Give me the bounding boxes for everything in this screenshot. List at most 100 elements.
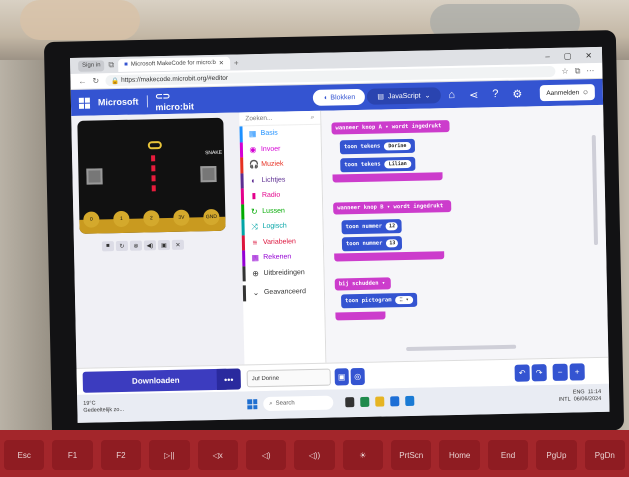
event-button-a-block[interactable]: wanneer knop A ▾ wordt ingedrukt [331,120,450,135]
show-string-block[interactable]: toon tekens Lilian [340,156,415,173]
save-icon[interactable]: ▣ [334,368,349,386]
gear-icon[interactable]: ⚙ [512,87,522,100]
extensions-icon[interactable]: ⧉ [575,66,581,76]
stop-icon[interactable]: ■ [101,241,115,252]
more-button[interactable]: ••• [216,368,241,390]
javascript-mode-button[interactable]: ▤ JavaScript ⌄ [367,87,441,105]
explorer-icon[interactable] [375,396,385,407]
close-window-icon[interactable]: ✕ [585,51,592,60]
toolbox-category[interactable]: ⌄ Geavanceerd [242,283,325,301]
refresh-icon[interactable]: ↻ [92,76,99,85]
search-icon[interactable]: ⌕ [311,113,315,121]
event-button-b-label: wanneer knop B ▾ wordt ingedrukt [337,203,444,212]
new-tab-icon[interactable]: + [234,58,239,67]
keyboard-key: F1 [52,440,93,470]
horizontal-scrollbar[interactable] [406,344,517,352]
download-button[interactable]: Downloaden [82,368,229,393]
taskbar-search[interactable]: ⌕ Search [263,395,334,412]
tab-group-icon[interactable]: ⧉ [108,60,114,70]
event-button-b-block[interactable]: wanneer knop B ▾ wordt ingedrukt [333,200,452,215]
show-number-block[interactable]: toon nummer 13 [341,236,403,252]
brand-microbit[interactable]: ⊂⊃ micro:bit [155,90,205,111]
help-icon[interactable]: ? [492,88,498,101]
toolbox-category[interactable]: ↻ Lussen [241,202,323,220]
string-value[interactable]: Lilian [384,159,411,169]
mute-icon[interactable]: ◀) [143,240,157,251]
toolbox-category[interactable]: ◉ Invoer [239,140,322,158]
keyboard-key: ▷|| [149,440,190,470]
close-icon[interactable]: ✕ [219,59,224,66]
home-icon[interactable]: ⌂ [448,88,455,101]
show-number-block[interactable]: toon nummer 12 [341,219,403,235]
button-b[interactable] [200,165,217,183]
task-view-icon[interactable] [345,397,355,408]
settings-dots-icon[interactable]: ⋯ [586,66,594,75]
zoom-out-icon[interactable]: − [552,363,568,381]
string-value[interactable]: Dorine [384,141,411,151]
keyboard-key: ◁)) [294,440,335,470]
category-label: Geavanceerd [263,288,307,297]
toolbox-category[interactable]: ▦ Rekenen [242,248,324,266]
number-value[interactable]: 13 [386,239,399,248]
back-icon[interactable]: ← [78,77,86,86]
toolbox-category[interactable]: ▮ Radio [240,186,323,204]
slowmo-icon[interactable]: ⊗ [129,240,143,251]
restart-icon[interactable]: ↻ [115,240,129,252]
background-blur [20,0,140,40]
system-tray[interactable]: ENG 11:14 INTL 06/06/2024 [559,389,602,404]
header-divider [146,95,148,108]
button-a[interactable] [86,168,103,185]
led-on [151,155,156,162]
blocks-mode-button[interactable]: ◖ Blokken [312,88,366,106]
maximize-icon[interactable]: ▢ [564,51,572,60]
redo-icon[interactable]: ↷ [531,364,547,382]
brand-microsoft[interactable]: Microsoft [98,97,139,108]
edge-icon[interactable] [360,396,370,407]
store-icon[interactable] [405,395,415,407]
toolbox-category[interactable]: ▦ Basis [239,124,321,142]
screenshot-icon[interactable]: ▣ [157,239,171,251]
share-icon[interactable]: ⋖ [469,88,478,101]
logo-touch-icon[interactable] [147,141,162,150]
windows-start-icon[interactable] [247,399,258,410]
download-label: Downloaden [131,375,180,386]
event-shake-block[interactable]: bij schudden ▾ [334,277,391,291]
signin-button[interactable]: Aanmelden ☺ [540,84,595,102]
weather-widget[interactable]: 19°C Gedeeltelijk zo... [83,400,124,415]
fullscreen-icon[interactable]: ✕ [171,239,185,250]
keyboard-key: Esc [4,440,45,470]
event-block-footer [332,172,443,183]
toolbox-category[interactable]: 🎧 Muziek [240,155,322,173]
microbit-simulator[interactable]: SNAKE 0 1 2 3V GND [77,117,226,234]
toolbox-category[interactable]: ⊕ Uitbreidingen [242,264,324,282]
show-icon-block[interactable]: toon pictogram ⁚⁚ ▾ [341,292,417,309]
project-name-input[interactable] [246,368,331,388]
github-icon[interactable]: ◎ [350,367,365,386]
category-label: Lussen [262,207,285,215]
zoom-in-icon[interactable]: + [569,363,585,381]
favorite-icon[interactable]: ☆ [561,67,568,76]
tab-signin[interactable]: Sign in [78,59,105,72]
toolbox-category[interactable]: ≡ Variabelen [241,233,324,251]
icon-picker[interactable]: ⁚⁚ ▾ [395,295,413,305]
minimize-icon[interactable]: – [545,51,550,60]
toolbox-category[interactable]: ⤨ Logisch [241,217,323,235]
mail-icon[interactable] [390,396,400,407]
tab-makecode-label: Microsoft MakeCode for micro:b [130,59,216,68]
window-controls: – ▢ ✕ [545,50,602,61]
event-shake-label: bij schudden ▾ [338,280,386,288]
category-icon: ⌄ [252,288,260,298]
number-value[interactable]: 12 [385,222,399,231]
tab-makecode[interactable]: ■ Microsoft MakeCode for micro:b ✕ [118,56,231,72]
led-on [151,185,156,192]
toolbox-category[interactable]: ◐ Lichtjes [240,171,322,189]
category-icon: ▮ [251,191,257,201]
category-icon: ⊕ [252,268,259,278]
keyboard-key: PgDn [584,440,625,470]
undo-icon[interactable]: ↶ [514,364,530,382]
event-block-footer [335,311,386,321]
category-icon: ◉ [249,144,257,155]
toolbox-search-placeholder: Zoeken... [245,114,273,123]
show-string-block[interactable]: toon tekens Dorine [339,138,415,155]
vertical-scrollbar[interactable] [591,135,599,246]
